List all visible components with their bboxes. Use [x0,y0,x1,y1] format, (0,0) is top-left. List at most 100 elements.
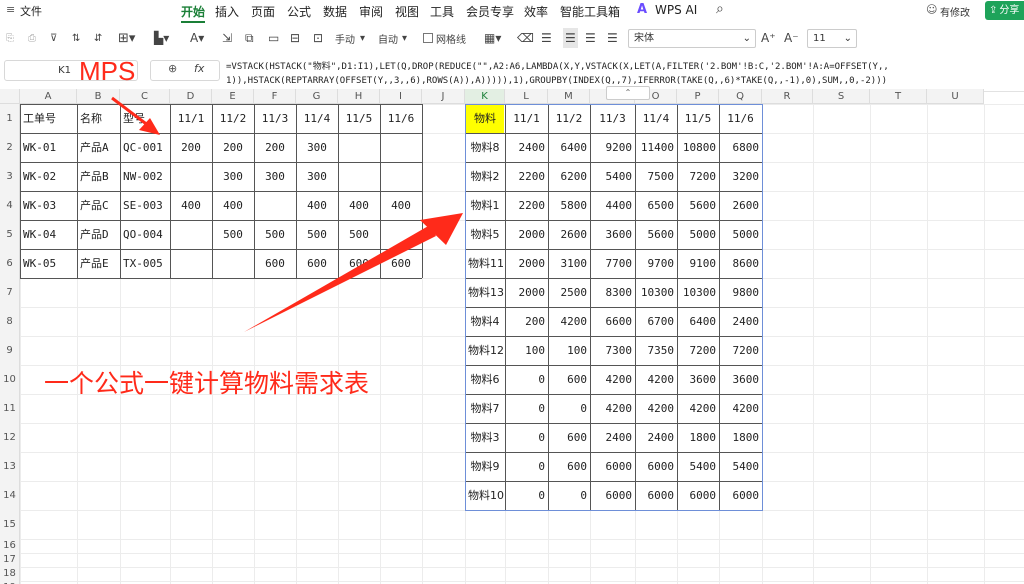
material-qty-cell[interactable]: 100 [508,337,545,365]
material-qty-cell[interactable]: 2600 [722,192,760,220]
material-qty-cell[interactable]: 600 [551,453,587,481]
orders-data-cell[interactable]: WK-05 [23,250,74,278]
orders-data-cell[interactable] [383,221,419,249]
tab-efficiency[interactable]: 效率 [524,3,548,20]
orders-data-cell[interactable]: 500 [215,221,251,249]
material-qty-cell[interactable]: 7350 [638,337,675,365]
orders-data-cell[interactable]: QC-001 [123,134,167,162]
table-icon[interactable]: ▭ [268,26,279,50]
file-menu-icon[interactable]: ≡ [6,3,15,16]
orders-header-cell[interactable]: 名称 [80,105,117,133]
materials-header-date[interactable]: 11/5 [680,105,716,133]
wrap-icon[interactable]: ⇲ [222,26,232,50]
orders-data-cell[interactable] [383,163,419,191]
material-qty-cell[interactable]: 4200 [680,395,717,423]
tab-page[interactable]: 页面 [251,3,275,20]
material-qty-cell[interactable]: 2600 [551,221,588,249]
material-qty-cell[interactable]: 2000 [508,279,546,307]
orders-header-cell[interactable]: 11/4 [299,105,335,133]
calc-icon[interactable]: ⊡ [313,26,323,50]
material-name-cell[interactable]: 物料1 [468,192,502,220]
material-qty-cell[interactable]: 9200 [593,134,633,162]
material-qty-cell[interactable]: 6000 [638,453,675,481]
merge-icon[interactable]: ⧉ [245,26,254,50]
undo-icon[interactable]: ⎘ [6,26,14,50]
material-qty-cell[interactable]: 5800 [551,192,588,220]
material-qty-cell[interactable]: 2400 [508,134,546,162]
material-qty-cell[interactable]: 6700 [638,308,675,336]
orders-data-cell[interactable]: 600 [341,250,377,278]
orders-data-cell[interactable]: 600 [383,250,419,278]
material-qty-cell[interactable]: 0 [508,366,545,394]
orders-data-cell[interactable] [173,163,209,191]
orders-data-cell[interactable]: 400 [341,192,377,220]
material-name-cell[interactable]: 物料10 [468,482,504,510]
material-qty-cell[interactable]: 0 [551,395,587,423]
tab-view[interactable]: 视图 [395,3,419,20]
tab-review[interactable]: 审阅 [359,3,383,20]
style-icon[interactable]: ▦▾ [484,26,501,50]
orders-data-cell[interactable]: 600 [257,250,293,278]
material-name-cell[interactable]: 物料12 [468,337,504,365]
orders-data-cell[interactable] [341,163,377,191]
material-qty-cell[interactable]: 200 [508,308,545,336]
material-qty-cell[interactable]: 9700 [638,250,675,278]
material-qty-cell[interactable]: 2500 [551,279,588,307]
material-qty-cell[interactable]: 5000 [722,221,760,249]
orders-data-cell[interactable]: WK-03 [23,192,74,220]
orders-data-cell[interactable] [383,134,419,162]
orders-data-cell[interactable]: 300 [257,163,293,191]
material-qty-cell[interactable]: 4200 [722,395,760,423]
orders-data-cell[interactable]: 产品E [80,250,117,278]
orders-data-cell[interactable] [173,221,209,249]
orders-header-cell[interactable]: 11/5 [341,105,377,133]
material-qty-cell[interactable]: 8600 [722,250,760,278]
orders-data-cell[interactable] [215,250,251,278]
material-qty-cell[interactable]: 100 [551,337,587,365]
material-qty-cell[interactable]: 7200 [722,337,760,365]
gridlines-checkbox[interactable]: 网格线 [423,26,466,50]
material-name-cell[interactable]: 物料5 [468,221,502,249]
material-name-cell[interactable]: 物料8 [468,134,502,162]
orders-data-cell[interactable]: WK-01 [23,134,74,162]
font-name-select[interactable]: 宋体 ⌄ [628,29,756,48]
material-qty-cell[interactable]: 11400 [638,134,674,162]
materials-header-date[interactable]: 11/3 [593,105,632,133]
orders-header-cell[interactable]: 11/6 [383,105,419,133]
material-qty-cell[interactable]: 600 [551,424,587,452]
manual-chevron-icon[interactable]: ▾ [360,26,365,50]
sort-desc-icon[interactable]: ⇵ [94,26,102,50]
orders-header-cell[interactable]: 型号 [123,105,167,133]
zoom-formula-icon[interactable]: ⊕ [168,62,177,75]
material-qty-cell[interactable]: 1800 [680,424,717,452]
material-qty-cell[interactable]: 6000 [680,482,717,510]
material-qty-cell[interactable]: 6600 [593,308,633,336]
material-qty-cell[interactable]: 5400 [722,453,760,481]
orders-data-cell[interactable]: SE-003 [123,192,167,220]
material-name-cell[interactable]: 物料3 [468,424,502,452]
orders-data-cell[interactable]: 400 [299,192,335,220]
material-qty-cell[interactable]: 1800 [722,424,760,452]
font-grow-icon[interactable]: A⁺ [761,26,776,50]
orders-data-cell[interactable]: WK-02 [23,163,74,191]
material-qty-cell[interactable]: 0 [508,424,545,452]
fx-icon[interactable]: fx [194,62,204,75]
material-qty-cell[interactable]: 4200 [593,395,633,423]
freeze-icon[interactable]: ⊟ [290,26,300,50]
wps-ai-button[interactable]: WPS AI [655,3,697,17]
material-qty-cell[interactable]: 6500 [638,192,675,220]
orders-data-cell[interactable]: 200 [257,134,293,162]
orders-data-cell[interactable]: NW-002 [123,163,167,191]
material-qty-cell[interactable]: 3200 [722,163,760,191]
orders-data-cell[interactable]: 400 [215,192,251,220]
material-qty-cell[interactable]: 4200 [593,366,633,394]
material-qty-cell[interactable]: 9800 [722,279,760,307]
material-qty-cell[interactable]: 3600 [722,366,760,394]
materials-header-material[interactable]: 物料 [466,105,504,133]
material-qty-cell[interactable]: 2400 [638,424,675,452]
material-qty-cell[interactable]: 6200 [551,163,588,191]
material-qty-cell[interactable]: 2200 [508,163,546,191]
material-name-cell[interactable]: 物料4 [468,308,502,336]
material-qty-cell[interactable]: 4200 [638,395,675,423]
material-name-cell[interactable]: 物料13 [468,279,504,307]
